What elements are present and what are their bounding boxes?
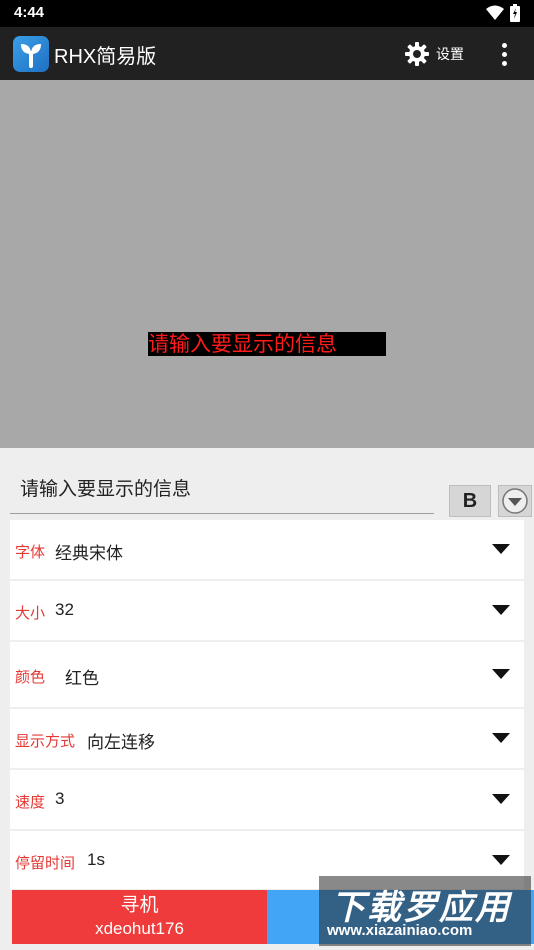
app-title: RHX简易版 (54, 46, 157, 68)
option-value: 红色 (65, 669, 99, 689)
dropdown-arrow-icon (492, 544, 510, 554)
gear-icon (405, 42, 429, 66)
option-row-size[interactable]: 大小 32 (10, 581, 524, 640)
option-row-font[interactable]: 字体 经典宋体 (10, 520, 524, 579)
more-dot-icon (501, 60, 507, 66)
led-preview-text: 请输入要显示的信息 (148, 332, 386, 356)
site-watermark: 下载罗应用 www.xiazainiao.com (319, 876, 531, 946)
find-device-label: 寻机 (120, 894, 159, 916)
dropdown-arrow-icon (492, 733, 510, 743)
dropdown-arrow-icon (492, 794, 510, 804)
app-logo-icon (13, 36, 49, 72)
overflow-menu-button[interactable] (492, 39, 516, 69)
dropdown-arrow-icon (492, 855, 510, 865)
app-bar: RHX简易版 设置 (0, 27, 534, 80)
option-value: 32 (55, 600, 74, 619)
option-value: 3 (55, 789, 65, 808)
wifi-icon (486, 5, 504, 20)
message-input[interactable] (10, 462, 434, 514)
dropdown-arrow-icon (492, 669, 510, 679)
led-preview-area: 请输入要显示的信息 (0, 80, 534, 448)
status-time: 4:44 (14, 4, 45, 21)
dropdown-arrow-icon (492, 605, 510, 615)
option-label: 速度 (15, 793, 46, 811)
option-label: 颜色 (15, 668, 46, 686)
option-value: 1s (87, 850, 105, 869)
find-device-button[interactable]: 寻机 xdeohut176 (12, 890, 267, 944)
option-value: 经典宋体 (55, 544, 123, 564)
bold-toggle-button[interactable]: B (449, 485, 491, 517)
option-row-display-mode[interactable]: 显示方式 向左连移 (10, 709, 524, 768)
status-icons (486, 4, 520, 22)
settings-button[interactable]: 设置 (404, 39, 464, 69)
chevron-down-circle-icon (502, 488, 528, 514)
option-row-speed[interactable]: 速度 3 (10, 770, 524, 829)
option-label: 显示方式 (15, 732, 76, 750)
expand-button[interactable] (498, 485, 532, 517)
more-dot-icon (501, 51, 507, 57)
settings-label: 设置 (436, 47, 464, 63)
option-value: 向左连移 (87, 733, 155, 753)
battery-icon (510, 4, 520, 22)
more-dot-icon (501, 42, 507, 48)
option-label: 大小 (15, 604, 46, 622)
status-bar: 4:44 (0, 0, 534, 27)
watermark-url: www.xiazainiao.com (327, 922, 473, 939)
option-label: 字体 (15, 543, 46, 561)
option-label: 停留时间 (15, 854, 76, 872)
option-row-color[interactable]: 颜色 红色 (10, 642, 524, 707)
device-id-label: xdeohut176 (95, 919, 184, 938)
